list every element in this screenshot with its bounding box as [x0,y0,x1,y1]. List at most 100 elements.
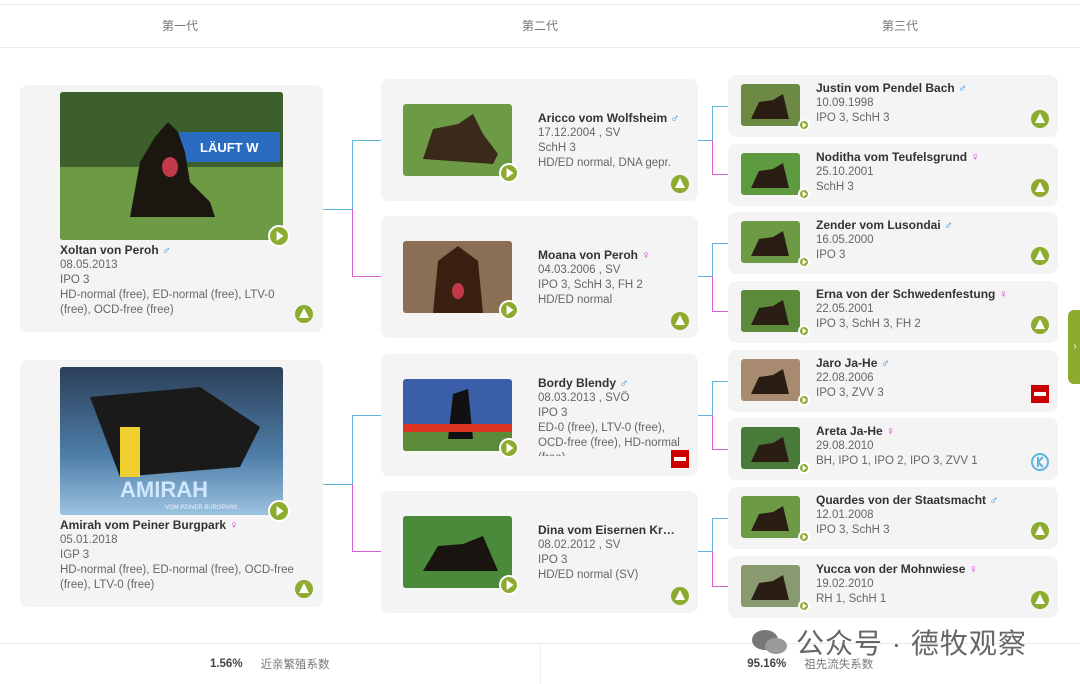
dog-photo[interactable] [741,153,800,195]
dog-photo[interactable] [403,241,512,313]
dog-name: Areta Ja-He [816,424,883,438]
play-video-button[interactable] [798,462,810,474]
play-video-button[interactable] [798,531,810,543]
pedigree-page: { "header":{"gen1":"第一代","gen2":"第二代","g… [0,0,1080,684]
svg-text:VOM PEINER BURGPARK: VOM PEINER BURGPARK [165,505,238,511]
dog-health: HD-normal (free), ED-normal (free), OCD-… [60,564,294,591]
play-video-button[interactable] [798,600,810,612]
club-logo-icon [671,175,689,193]
dog-birthdate: 12.01.2008 [816,509,874,521]
dog-birthdate: 10.09.1998 [816,97,874,109]
play-video-button[interactable] [798,188,810,200]
dog-card-sire-sire[interactable]: Aricco vom Wolfsheim ♂ 17.12.2004 , SV Sc… [381,79,698,201]
dog-card-sire-dam[interactable]: Moana von Peroh ♀ 04.03.2006 , SV IPO 3, … [381,216,698,338]
gen3-label: 第三代 [881,19,918,33]
dog-name: Yucca von der Mohnwiese [816,562,966,576]
club-logo-icon [295,305,313,323]
club-logo-icon [295,580,313,598]
dog-birthdate: 25.10.2001 [816,166,874,178]
dog-photo[interactable] [741,496,800,538]
male-icon: ♂ [944,218,954,232]
dog-health: HD-normal (free), ED-normal (free), LTV-… [60,289,275,316]
dog-photo[interactable] [741,359,800,401]
dog-name: Erna von der Schwedenfestung [816,287,996,301]
dog-photo[interactable] [403,379,512,451]
dog-card-dam[interactable]: AMIRAH VOM PEINER BURGPARK Amirah vom Pe… [20,360,323,607]
play-video-button[interactable] [499,575,519,595]
generation-header: 第一代 第二代 第三代 [0,4,1080,48]
dog-card-gen3[interactable]: Erna von der Schwedenfestung ♀ 22.05.200… [728,281,1058,343]
female-icon: ♀ [641,248,651,262]
club-logo-icon [1031,591,1049,609]
play-video-button[interactable] [499,438,519,458]
dog-card-gen3[interactable]: Quardes von der Staatsmacht ♂ 12.01.2008… [728,487,1058,549]
male-icon: ♂ [880,356,890,370]
dog-photo[interactable] [741,565,800,607]
male-icon: ♂ [670,111,680,125]
club-logo-icon [1031,110,1049,128]
club-logo-icon [1031,247,1049,265]
dog-name: Noditha vom Teufelsgrund [816,150,968,164]
federation-logo-icon [1031,385,1049,403]
female-icon: ♀ [970,150,980,164]
dog-card-gen3[interactable]: Yucca von der Mohnwiese ♀ 19.02.2010 RH … [728,556,1058,618]
female-icon: ♀ [886,424,896,438]
dog-name: Justin vom Pendel Bach [816,81,955,95]
dog-photo[interactable] [741,84,800,126]
dog-name: Jaro Ja-He [816,356,878,370]
dog-photo[interactable]: LÄUFT W [60,92,283,240]
dog-photo[interactable] [403,104,512,176]
male-icon: ♂ [989,493,999,507]
dog-titles: IPO 3, ZVV 3 [816,387,884,399]
dog-card-gen3[interactable]: Justin vom Pendel Bach ♂ 10.09.1998 IPO … [728,75,1058,137]
dog-photo[interactable]: AMIRAH VOM PEINER BURGPARK [60,367,283,515]
club-logo-icon [1031,316,1049,334]
dog-birthdate: 29.08.2010 [816,440,874,452]
federation-logo-icon [671,450,689,468]
dog-titles: BH, IPO 1, IPO 2, IPO 3, ZVV 1 [816,455,978,467]
play-video-button[interactable] [499,300,519,320]
dog-photo[interactable] [741,221,800,263]
dog-titles: RH 1, SchH 1 [816,593,887,605]
kennel-logo-icon [1031,453,1049,471]
male-icon: ♂ [958,81,968,95]
dog-card-gen3[interactable]: Jaro Ja-He ♂ 22.08.2006 IPO 3, ZVV 3 [728,350,1058,412]
dog-card-gen3[interactable]: Noditha vom Teufelsgrund ♀ 25.10.2001 Sc… [728,144,1058,206]
play-video-button[interactable] [798,325,810,337]
female-icon: ♀ [229,518,239,532]
dog-card-dam-sire[interactable]: Bordy Blendy ♂ 08.03.2013 , SVÖ IPO 3 ED-0… [381,354,698,476]
dog-birthdate: 05.01.2018 [60,534,118,546]
male-icon: ♂ [619,376,629,390]
wechat-icon [752,630,787,654]
gen1-label: 第一代 [161,19,198,33]
dog-birthdate: 16.05.2000 [816,234,874,246]
inbreeding-coefficient: 1.56% 近亲繁殖系数 [209,658,330,671]
dog-name: Quardes von der Staatsmacht [816,493,987,507]
dog-titles: IGP 3 [60,549,90,561]
dog-photo[interactable] [403,516,512,588]
watermark: 公众号 · 德牧观察 [750,622,1027,662]
dog-card-gen3[interactable]: Areta Ja-He ♀ 29.08.2010 BH, IPO 1, IPO … [728,418,1058,480]
dog-birthdate: 22.05.2001 [816,303,874,315]
dog-card-sire[interactable]: LÄUFT W Xoltan von Peroh ♂ 08.05.2013 IP… [20,85,323,332]
side-expand-tab[interactable]: › [1068,310,1080,384]
female-icon: ♀ [968,562,978,576]
play-video-button[interactable] [798,394,810,406]
club-logo-icon [1031,522,1049,540]
dog-birthdate: 22.08.2006 [816,372,874,384]
dog-card-dam-dam[interactable]: Dina vom Eisernen Kreu... 08.02.2012 , S… [381,491,698,613]
female-icon: ♀ [998,287,1008,301]
dog-name: Zender vom Lusondai [816,218,941,232]
svg-text:AMIRAH: AMIRAH [120,477,208,502]
dog-name: Amirah vom Peiner Burgpark [60,518,227,532]
play-video-button[interactable] [798,119,810,131]
club-logo-icon [671,587,689,605]
play-video-button[interactable] [798,256,810,268]
dog-photo[interactable] [741,427,800,469]
dog-photo[interactable] [741,290,800,332]
dog-titles: IPO 3 [60,274,90,286]
dog-card-gen3[interactable]: Zender vom Lusondai ♂ 16.05.2000 IPO 3 [728,212,1058,274]
club-logo-icon [671,312,689,330]
play-video-button[interactable] [499,163,519,183]
dog-titles: IPO 3, SchH 3, FH 2 [816,318,921,330]
